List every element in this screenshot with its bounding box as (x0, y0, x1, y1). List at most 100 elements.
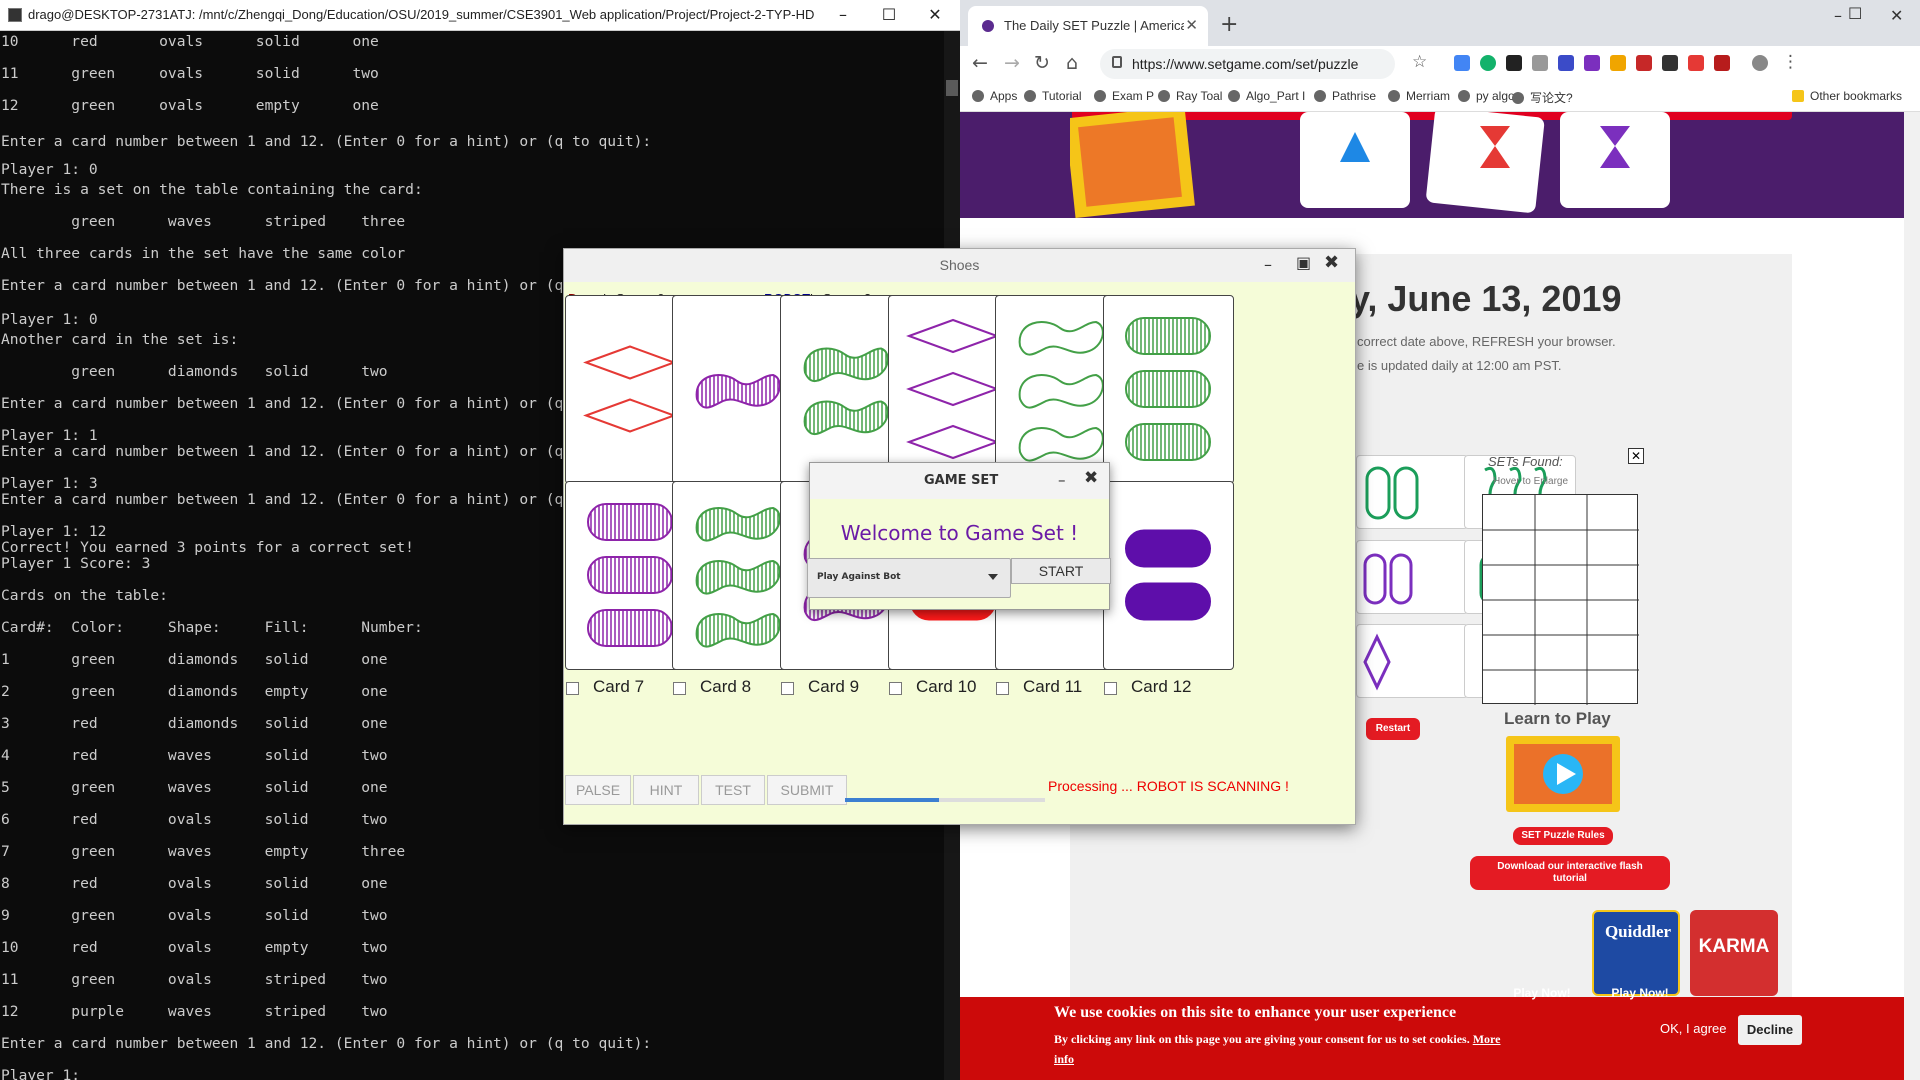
puzzle-card[interactable] (1356, 540, 1468, 614)
terminal-line: 10 red ovals empty two (1, 939, 388, 956)
card-symbol (1125, 317, 1211, 355)
new-tab-icon[interactable]: + (1220, 12, 1238, 37)
card-label: Card 10 (916, 677, 977, 696)
terminal-scroll-thumb[interactable] (946, 80, 958, 96)
learn-to-play-heading: Learn to Play (1504, 709, 1611, 728)
bookmark-item[interactable]: 写论文? (1512, 89, 1573, 106)
set-card[interactable] (1103, 295, 1234, 484)
ok-agree-button[interactable]: OK, I agree (1660, 1021, 1726, 1036)
close-icon[interactable]: ✖ (1084, 468, 1098, 488)
refresh-note: correct date above, REFRESH your browser… (1357, 334, 1616, 349)
card-symbol (587, 556, 673, 594)
set-card[interactable] (1103, 481, 1234, 670)
back-icon[interactable]: ← (972, 52, 988, 74)
card-face (1125, 529, 1211, 621)
pdf-extension-icon[interactable] (1714, 55, 1730, 71)
extension-icon[interactable] (1532, 55, 1548, 71)
cookie-heading: We use cookies on this site to enhance y… (1054, 1004, 1457, 1021)
bookmark-item[interactable]: Pathrise (1314, 89, 1376, 103)
terminal-line: green waves striped three (1, 213, 406, 230)
card-checkbox[interactable] (566, 682, 579, 695)
game-mode-select[interactable]: Play Against Bot (807, 558, 1011, 598)
quiddler-ad[interactable]: Quiddler (1592, 910, 1680, 996)
decline-button[interactable]: Decline (1738, 1015, 1802, 1045)
start-button[interactable]: START (1011, 558, 1111, 584)
card-checkbox[interactable] (889, 682, 902, 695)
submit-button[interactable]: SUBMIT (767, 775, 847, 805)
extension-icon[interactable] (1636, 55, 1652, 71)
bookmark-icon (1512, 92, 1524, 104)
tab-close-icon[interactable]: ✕ (1185, 16, 1198, 34)
welcome-message: Welcome to Game Set ! (840, 521, 1079, 545)
browser-minimize-icon[interactable]: – (1834, 6, 1842, 25)
card-symbol (1125, 582, 1211, 621)
sets-found-grid[interactable] (1482, 494, 1639, 705)
card-symbol (695, 559, 781, 595)
karma-ad[interactable]: KARMA (1690, 910, 1778, 996)
terminal-line: 6 red ovals solid two (1, 811, 388, 828)
card-checkbox[interactable] (781, 682, 794, 695)
forward-icon[interactable]: → (1004, 52, 1020, 74)
card-checkbox[interactable] (673, 682, 686, 695)
hint-button[interactable]: HINT (633, 775, 699, 805)
cookie-text: By clicking any link on this page you ar… (1054, 1032, 1501, 1066)
terminal-line: 3 red diamonds solid one (1, 715, 388, 732)
page-scrollbar[interactable] (1904, 112, 1920, 1080)
browser-close-icon[interactable]: ✕ (1890, 6, 1903, 25)
scan-progress-fill (845, 798, 939, 802)
menu-dots-icon[interactable]: ⋮ (1782, 52, 1799, 72)
game-set-dialog[interactable]: GAME SET – ✖ Welcome to Game Set ! Play … (807, 462, 1111, 610)
puzzle-card[interactable] (1356, 624, 1468, 698)
bookmark-item[interactable]: Tutorial (1024, 89, 1082, 103)
terminal-title-bar[interactable]: drago@DESKTOP-2731ATJ: /mnt/c/Zhengqi_Do… (0, 0, 960, 31)
extension-icon[interactable] (1610, 55, 1626, 71)
terminal-line: Enter a card number between 1 and 12. (E… (1, 277, 652, 294)
profile-avatar-icon[interactable] (1752, 55, 1768, 71)
browser-tab[interactable]: The Daily SET Puzzle | America's ✕ (968, 6, 1208, 46)
extension-icon[interactable] (1688, 55, 1704, 71)
bookmark-icon (1024, 90, 1036, 102)
card-symbol (803, 400, 889, 435)
sets-found-label: SETs Found: (1488, 454, 1563, 469)
extension-icon[interactable] (1506, 55, 1522, 71)
quiddler-play-now[interactable]: Play Now! (1498, 986, 1586, 1000)
test-button[interactable]: TEST (701, 775, 765, 805)
home-icon[interactable]: ⌂ (1066, 52, 1078, 74)
maximize-icon[interactable]: ☐ (866, 0, 912, 31)
tutorial-video-thumbnail[interactable] (1506, 736, 1620, 812)
terminal-line: All three cards in the set have the same… (1, 245, 406, 262)
extension-icon[interactable] (1584, 55, 1600, 71)
update-note: e is updated daily at 12:00 am PST. (1357, 358, 1562, 373)
minimize-icon[interactable]: – (1058, 471, 1066, 489)
restart-button[interactable]: Restart (1366, 718, 1420, 740)
download-tutorial-link[interactable]: Download our interactive flash tutorial (1470, 856, 1670, 890)
bookmark-item[interactable]: Ray Toal (1158, 89, 1222, 103)
bookmark-item[interactable]: Algo_Part I (1228, 89, 1305, 103)
grammarly-extension-icon[interactable] (1480, 55, 1496, 71)
puzzle-card[interactable] (1356, 455, 1468, 529)
star-icon[interactable]: ☆ (1412, 52, 1427, 72)
bookmark-item[interactable]: Exam P (1094, 89, 1154, 103)
other-bookmarks[interactable]: Other bookmarks (1792, 89, 1902, 103)
dialog-title-bar[interactable]: GAME SET – ✖ (810, 463, 1109, 499)
bookmark-item[interactable]: Merriam (1388, 89, 1450, 103)
card-checkbox[interactable] (1104, 682, 1117, 695)
karma-play-now[interactable]: Play Now! (1596, 986, 1684, 1000)
card-label: Card 12 (1131, 677, 1192, 696)
minimize-icon[interactable]: – (820, 0, 866, 31)
set-puzzle-rules-link[interactable]: SET Puzzle Rules (1513, 827, 1613, 845)
bookmark-item[interactable]: py algo (1458, 89, 1515, 103)
card-symbol (906, 371, 1000, 407)
translate-extension-icon[interactable] (1454, 55, 1470, 71)
palse-button[interactable]: PALSE (565, 775, 631, 805)
close-icon[interactable]: ✕ (912, 0, 958, 31)
extension-icon[interactable] (1662, 55, 1678, 71)
reload-icon[interactable]: ↻ (1034, 52, 1050, 74)
address-bar[interactable]: https://www.setgame.com/set/puzzle (1100, 49, 1395, 79)
bookmark-item[interactable]: Apps (972, 89, 1017, 103)
card-checkbox[interactable] (996, 682, 1009, 695)
close-icon[interactable]: ✕ (1628, 448, 1644, 464)
extension-icon[interactable] (1558, 55, 1574, 71)
browser-maximize-icon[interactable]: ☐ (1848, 4, 1862, 23)
card-symbol (1125, 370, 1211, 408)
